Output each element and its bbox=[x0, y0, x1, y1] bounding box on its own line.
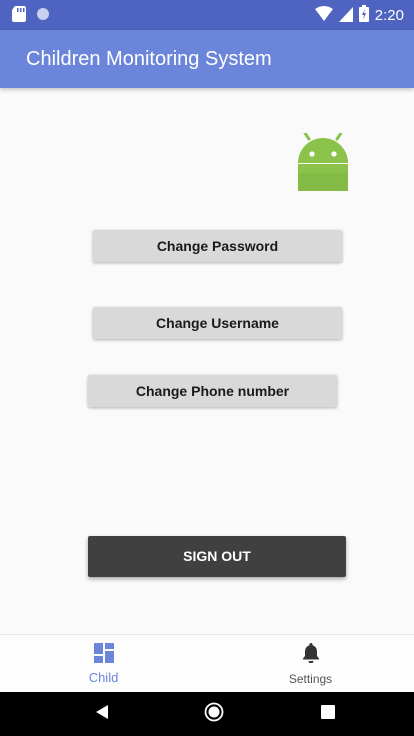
status-left-icons bbox=[12, 6, 50, 27]
status-time: 2:20 bbox=[374, 7, 404, 24]
home-icon bbox=[204, 702, 224, 727]
change-username-button[interactable]: Change Username bbox=[93, 307, 342, 339]
nav-item-child[interactable]: Child bbox=[0, 635, 207, 693]
status-right-icons: 2:20 bbox=[314, 5, 404, 26]
nav-item-settings[interactable]: Settings bbox=[207, 635, 414, 693]
app-bar: Children Monitoring System bbox=[0, 30, 414, 88]
dashboard-icon bbox=[93, 643, 114, 668]
home-button[interactable] bbox=[184, 692, 244, 736]
nav-item-settings-label: Settings bbox=[288, 671, 333, 686]
bell-icon bbox=[302, 642, 319, 668]
circle-icon bbox=[36, 7, 50, 26]
wifi-icon bbox=[314, 5, 333, 26]
bottom-navigation: Child Settings bbox=[0, 634, 414, 692]
change-password-button[interactable]: Change Password bbox=[93, 230, 342, 262]
back-button[interactable] bbox=[72, 692, 132, 736]
cell-signal-icon bbox=[338, 6, 353, 26]
recent-apps-button[interactable] bbox=[298, 692, 358, 736]
status-bar: 2:20 bbox=[0, 0, 414, 30]
sign-out-button[interactable]: SIGN OUT bbox=[88, 536, 346, 577]
battery-icon bbox=[358, 5, 369, 26]
change-phone-number-button[interactable]: Change Phone number bbox=[88, 375, 337, 407]
sd-card-icon bbox=[12, 6, 26, 27]
android-icon bbox=[296, 131, 350, 191]
page-title: Children Monitoring System bbox=[26, 48, 272, 70]
recent-apps-icon bbox=[321, 704, 335, 724]
system-navigation-bar bbox=[0, 692, 414, 736]
back-icon bbox=[96, 704, 108, 724]
nav-item-child-label: Child bbox=[88, 670, 119, 685]
